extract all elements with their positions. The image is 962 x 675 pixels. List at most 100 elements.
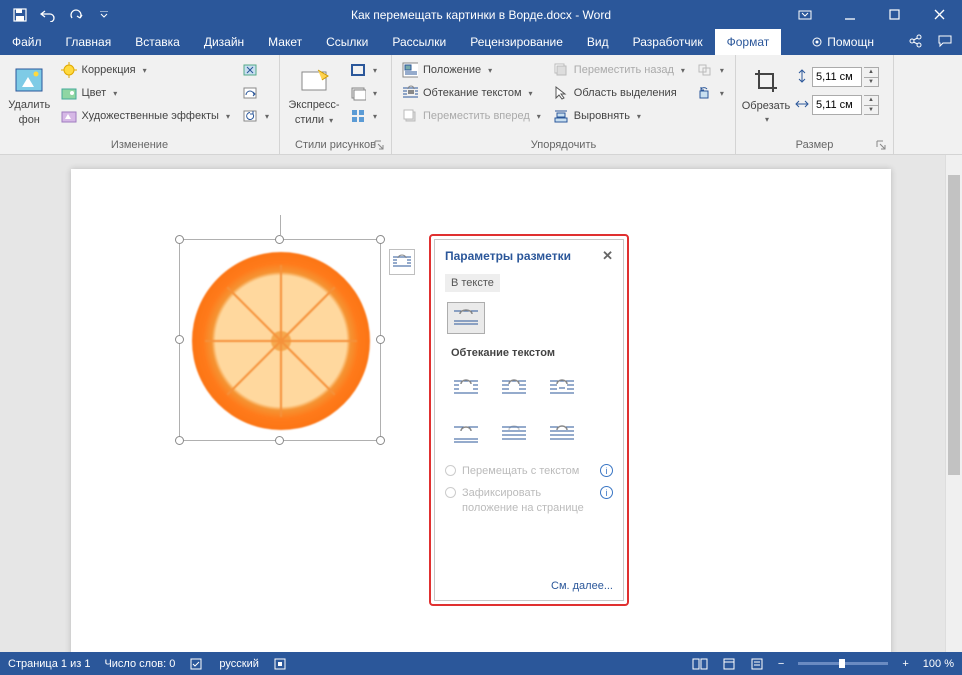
redo-button[interactable]	[64, 4, 88, 26]
wrap-through-option[interactable]	[543, 372, 581, 404]
wrap-square-option[interactable]	[447, 372, 485, 404]
resize-handle[interactable]	[275, 436, 284, 445]
tab-home[interactable]: Главная	[54, 29, 124, 55]
tab-file[interactable]: Файл	[0, 29, 54, 55]
word-count[interactable]: Число слов: 0	[104, 658, 175, 670]
info-icon[interactable]: i	[600, 486, 613, 499]
share-icon[interactable]	[908, 34, 922, 51]
width-spinner[interactable]: ▲▼	[864, 95, 879, 115]
compress-button[interactable]	[238, 59, 273, 81]
spellcheck-button[interactable]	[189, 657, 205, 671]
zoom-value[interactable]: 100 %	[923, 658, 954, 670]
height-spinner[interactable]: ▲▼	[864, 67, 879, 87]
zoom-out-button[interactable]: −	[778, 658, 784, 670]
ribbon-display-button[interactable]	[782, 0, 827, 29]
tab-layout[interactable]: Макет	[256, 29, 314, 55]
resize-handle[interactable]	[175, 436, 184, 445]
web-layout-button[interactable]	[750, 657, 764, 671]
selection-icon	[553, 85, 569, 101]
dialog-launcher-icon[interactable]	[875, 139, 887, 151]
see-more-link[interactable]: См. далее...	[445, 574, 613, 592]
tab-format[interactable]: Формат	[715, 29, 782, 55]
resize-handle[interactable]	[376, 436, 385, 445]
change-picture-button[interactable]	[238, 82, 273, 104]
zoom-slider[interactable]	[798, 662, 888, 665]
crop-button[interactable]: Обрезать▾	[742, 59, 790, 131]
resize-handle[interactable]	[275, 235, 284, 244]
corrections-button[interactable]: Коррекция▾	[57, 59, 234, 81]
position-button[interactable]: Положение▾	[398, 59, 545, 81]
zoom-in-button[interactable]: +	[902, 658, 908, 670]
undo-button[interactable]	[36, 4, 60, 26]
page[interactable]: Параметры разметки ✕ В тексте Обтекание …	[71, 169, 891, 652]
wrap-text-button[interactable]: Обтекание текстом▾	[398, 82, 545, 104]
wrap-inline-option[interactable]	[447, 302, 485, 334]
corrections-icon	[61, 62, 77, 78]
close-icon[interactable]: ✕	[602, 248, 613, 264]
page-status[interactable]: Страница 1 из 1	[8, 658, 90, 670]
tell-me[interactable]: Помощн	[799, 29, 886, 55]
tab-mailings[interactable]: Рассылки	[380, 29, 458, 55]
wrap-topbottom-option[interactable]	[447, 418, 485, 450]
read-mode-button[interactable]	[692, 657, 708, 671]
color-button[interactable]: Цвет▾	[57, 82, 234, 104]
language-status[interactable]: русский	[219, 658, 258, 670]
backward-icon	[553, 62, 569, 78]
selected-image[interactable]	[179, 239, 381, 441]
tab-insert[interactable]: Вставка	[123, 29, 192, 55]
reset-icon	[242, 108, 258, 124]
height-input[interactable]: ▲▼	[794, 67, 879, 87]
qat-customize[interactable]	[92, 4, 116, 26]
artistic-effects-button[interactable]: Художественные эффекты▾	[57, 105, 234, 127]
maximize-button[interactable]	[872, 0, 917, 29]
reset-picture-button[interactable]: ▾	[238, 105, 273, 127]
orange-image	[192, 252, 370, 430]
resize-handle[interactable]	[175, 235, 184, 244]
rotate-button[interactable]: ▾	[693, 82, 728, 104]
picture-effects-button[interactable]: ▾	[346, 82, 381, 104]
minimize-button[interactable]	[827, 0, 872, 29]
comments-icon[interactable]	[938, 34, 952, 51]
height-icon	[794, 68, 810, 87]
layout-options-button[interactable]	[389, 249, 415, 275]
remove-bg-icon	[13, 64, 45, 96]
wrap-tight-option[interactable]	[495, 372, 533, 404]
align-button[interactable]: Выровнять▾	[549, 105, 689, 127]
tab-view[interactable]: Вид	[575, 29, 621, 55]
save-button[interactable]	[8, 4, 32, 26]
print-layout-button[interactable]	[722, 657, 736, 671]
ribbon-tabs: Файл Главная Вставка Дизайн Макет Ссылки…	[0, 29, 962, 55]
send-backward-button[interactable]: Переместить назад▾	[549, 59, 689, 81]
resize-handle[interactable]	[175, 335, 184, 344]
remove-background-button[interactable]: Удалитьфон	[6, 59, 53, 131]
color-icon	[61, 85, 77, 101]
compress-icon	[242, 62, 258, 78]
wrap-icon	[402, 85, 418, 101]
change-pic-icon	[242, 85, 258, 101]
info-icon[interactable]: i	[600, 464, 613, 477]
tab-review[interactable]: Рецензирование	[458, 29, 575, 55]
group-button[interactable]: ▾	[693, 59, 728, 81]
bring-forward-button[interactable]: Переместить вперед▾	[398, 105, 545, 127]
layout-options-popup: Параметры разметки ✕ В тексте Обтекание …	[429, 234, 629, 606]
close-button[interactable]	[917, 0, 962, 29]
width-input[interactable]: ▲▼	[794, 95, 879, 115]
dialog-launcher-icon[interactable]	[373, 139, 385, 151]
tab-developer[interactable]: Разработчик	[621, 29, 715, 55]
macro-button[interactable]	[273, 657, 287, 671]
tab-design[interactable]: Дизайн	[192, 29, 256, 55]
picture-layout-button[interactable]: ▾	[346, 105, 381, 127]
quick-styles-button[interactable]: Экспресс-стили ▾	[286, 59, 342, 131]
quick-styles-icon	[298, 64, 330, 96]
vertical-scrollbar[interactable]	[945, 155, 962, 652]
move-with-text-radio: Перемещать с текстомi	[445, 464, 613, 478]
tab-references[interactable]: Ссылки	[314, 29, 380, 55]
resize-handle[interactable]	[376, 335, 385, 344]
wrap-front-option[interactable]	[543, 418, 581, 450]
wrap-behind-option[interactable]	[495, 418, 533, 450]
picture-border-button[interactable]: ▾	[346, 59, 381, 81]
status-bar: Страница 1 из 1 Число слов: 0 русский − …	[0, 652, 962, 675]
border-icon	[350, 62, 366, 78]
selection-pane-button[interactable]: Область выделения	[549, 82, 689, 104]
resize-handle[interactable]	[376, 235, 385, 244]
